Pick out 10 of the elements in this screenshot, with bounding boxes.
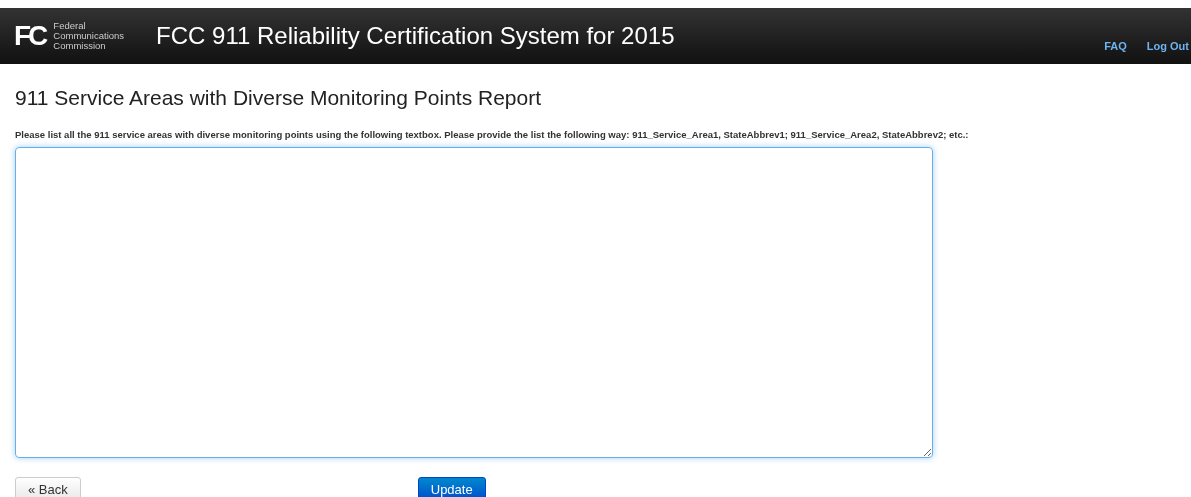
logo-text: Federal Communications Commission (53, 21, 125, 51)
header-link[interactable]: Log Out (1146, 37, 1189, 54)
update-button[interactable]: Update (417, 476, 486, 497)
instruction-text: Please list all the 911 service areas with diverse monitoring points using the following textbox. Please provide the list the following way: 911_Service_Area1, StateAbbrev1; 911_Service_Area2, StateAbbrev2; etc.: (15, 127, 970, 142)
logo-mark: FC (14, 22, 46, 50)
app-title: FCC 911 Reliability Certification System for 2015 (156, 21, 675, 51)
back-button[interactable]: « Back (15, 476, 81, 497)
header-link[interactable]: FAQ (1104, 37, 1127, 54)
page-title: 911 Service Areas with Diverse Monitoring Points Report (15, 85, 542, 111)
list-textarea[interactable] (15, 146, 933, 458)
